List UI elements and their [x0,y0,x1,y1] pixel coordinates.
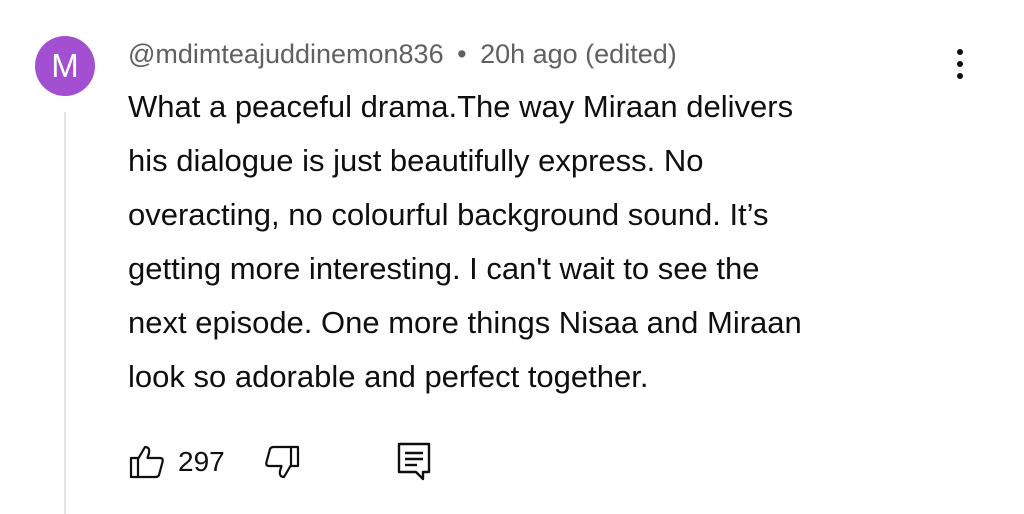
more-vertical-icon [957,49,963,55]
comment-text: What a peaceful drama.The way Miraan del… [128,89,802,394]
comment-timestamp: 20h ago (edited) [480,39,677,69]
thumbs-up-icon [129,445,164,479]
avatar[interactable]: M [35,36,95,96]
like-button[interactable] [128,443,166,481]
avatar-initial: M [51,47,79,84]
author-handle[interactable]: @mdimteajuddinemon836 [128,39,444,69]
thread-line [64,112,66,514]
comment-actions: 297 [128,438,433,486]
reply-button[interactable] [395,441,433,483]
like-count: 297 [178,446,225,477]
dislike-button[interactable] [263,443,301,481]
comment-header: @mdimteajuddinemon836 • 20h ago (edited) [128,34,677,74]
header-separator: • [457,39,467,69]
comment-reply-icon [397,442,430,481]
thumbs-down-icon [264,445,299,479]
